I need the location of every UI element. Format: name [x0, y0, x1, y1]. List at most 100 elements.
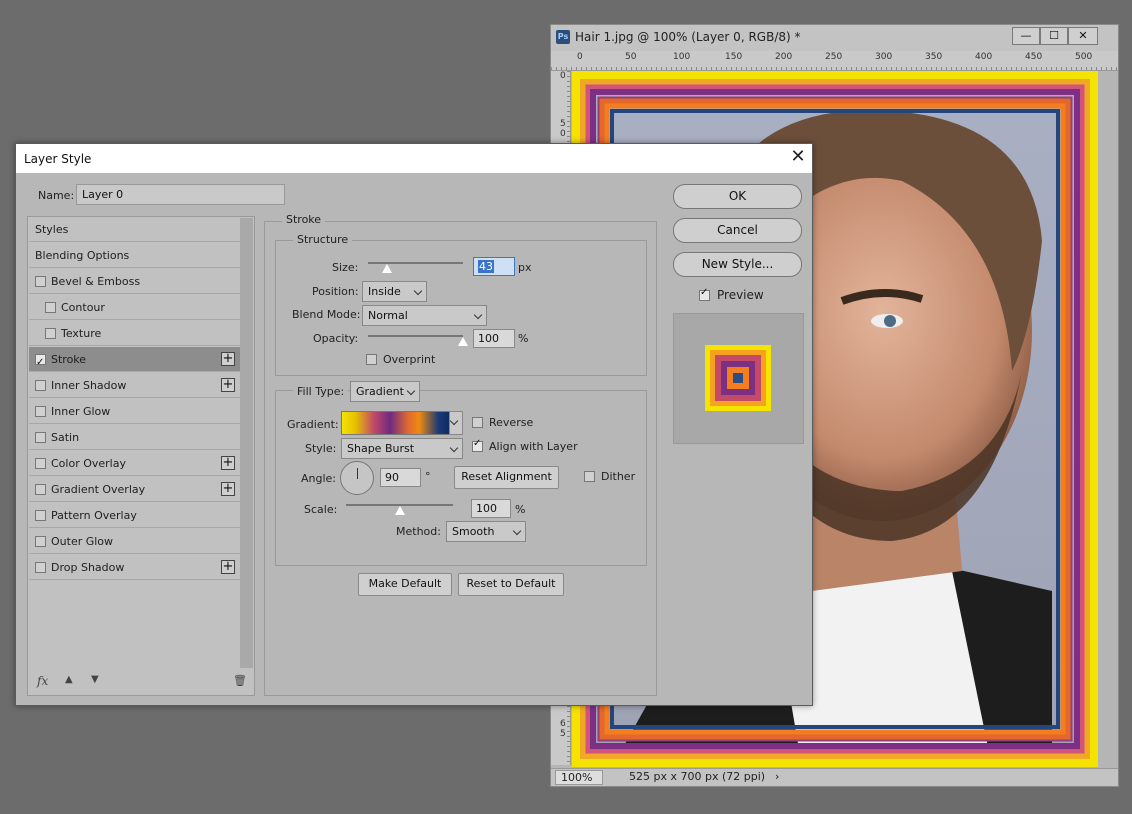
gradient-label: Gradient:	[287, 418, 339, 431]
opacity-unit: %	[518, 332, 529, 345]
scale-label: Scale:	[304, 503, 338, 516]
maximize-icon[interactable]: ☐	[1040, 27, 1068, 45]
style-item-contour[interactable]: Contour	[29, 295, 240, 320]
style-checkbox[interactable]	[35, 536, 46, 547]
dialog-title: Layer Style	[24, 152, 92, 166]
style-checkbox[interactable]	[35, 380, 46, 391]
reset-alignment-button[interactable]: Reset Alignment	[454, 466, 559, 489]
size-input-value: 43	[478, 260, 494, 273]
preview-checkbox[interactable]	[699, 287, 710, 301]
style-item-blending-options[interactable]: Blending Options	[29, 243, 240, 268]
ruler-tick: 500	[1075, 52, 1093, 62]
size-input[interactable]: 43	[473, 257, 515, 276]
reset-to-default-button[interactable]: Reset to Default	[458, 573, 564, 596]
ruler-tick: 150	[725, 52, 743, 62]
gradient-swatch[interactable]	[341, 411, 450, 435]
dialog-titlebar[interactable]: Layer Style ✕	[16, 144, 812, 173]
blend-mode-dropdown[interactable]: Normal	[362, 305, 487, 326]
opacity-slider-thumb[interactable]	[458, 337, 468, 346]
style-item-pattern-overlay[interactable]: Pattern Overlay	[29, 503, 240, 528]
make-default-button[interactable]: Make Default	[358, 573, 452, 596]
add-effect-icon[interactable]: +	[221, 456, 235, 470]
layer-style-dialog: Layer Style ✕ Name: Layer 0 Styles Blendi…	[15, 143, 813, 706]
opacity-slider-track[interactable]	[368, 335, 463, 337]
opacity-input[interactable]: 100	[473, 329, 515, 348]
fx-icon[interactable]: fx	[37, 674, 48, 688]
ruler-tick: 300	[875, 52, 893, 62]
scale-slider-thumb[interactable]	[394, 506, 405, 515]
method-dropdown[interactable]: Smooth	[446, 521, 526, 542]
ruler-horizontal[interactable]: 0 50 100 150 200 250 300 350 400 450 500	[551, 51, 1118, 71]
style-item-color-overlay[interactable]: Color Overlay +	[29, 451, 240, 476]
new-style-button[interactable]: New Style...	[673, 252, 802, 277]
style-checkbox[interactable]	[45, 328, 56, 339]
layer-name-field[interactable]: Layer 0	[76, 184, 285, 205]
style-item-label: Satin	[51, 431, 80, 444]
document-status-bar: 100% 525 px x 700 px (72 ppi) ›	[551, 768, 1118, 786]
ruler-tick: 0	[560, 129, 566, 139]
style-item-stroke[interactable]: Stroke +	[29, 347, 240, 375]
close-icon[interactable]: ✕	[788, 147, 808, 167]
reverse-checkbox[interactable]	[472, 417, 483, 428]
document-titlebar[interactable]: Ps Hair 1.jpg @ 100% (Layer 0, RGB/8) * …	[551, 25, 1118, 51]
style-checkbox[interactable]	[35, 484, 46, 495]
style-checkbox[interactable]	[35, 406, 46, 417]
cancel-button[interactable]: Cancel	[673, 218, 802, 243]
style-item-label: Bevel & Emboss	[51, 275, 141, 288]
styles-scrollbar[interactable]	[240, 218, 253, 668]
style-item-inner-glow[interactable]: Inner Glow	[29, 399, 240, 424]
preview-label: Preview	[717, 288, 764, 302]
dither-checkbox[interactable]	[584, 471, 595, 482]
ruler-tick: 50	[625, 52, 637, 62]
chevron-right-icon[interactable]: ›	[775, 770, 779, 783]
style-checkbox[interactable]	[35, 276, 46, 287]
move-down-icon[interactable]: ▼	[91, 674, 99, 685]
style-item-inner-shadow[interactable]: Inner Shadow +	[29, 373, 240, 398]
style-preview-swatch	[705, 345, 771, 411]
style-checkbox[interactable]	[35, 350, 46, 375]
close-icon[interactable]: ✕	[1068, 27, 1098, 45]
zoom-field[interactable]: 100%	[555, 770, 603, 785]
style-checkbox[interactable]	[35, 510, 46, 521]
angle-input[interactable]: 90	[380, 468, 421, 487]
style-checkbox[interactable]	[35, 432, 46, 443]
gradient-picker-dropdown[interactable]	[449, 411, 463, 435]
add-effect-icon[interactable]: +	[221, 482, 235, 496]
position-dropdown[interactable]: Inside	[362, 281, 427, 302]
style-item-styles[interactable]: Styles	[29, 217, 240, 242]
fill-type-label: Fill Type:	[293, 385, 349, 398]
document-title: Hair 1.jpg @ 100% (Layer 0, RGB/8) *	[575, 30, 801, 44]
style-item-label: Stroke	[51, 353, 87, 366]
align-with-layer-checkbox[interactable]	[472, 438, 483, 452]
scale-unit: %	[515, 503, 526, 516]
move-up-icon[interactable]: ▲	[65, 674, 73, 685]
angle-dial[interactable]	[340, 461, 374, 495]
gradient-style-dropdown[interactable]: Shape Burst	[341, 438, 463, 459]
add-effect-icon[interactable]: +	[221, 378, 235, 392]
style-item-texture[interactable]: Texture	[29, 321, 240, 346]
add-effect-icon[interactable]: +	[221, 560, 235, 574]
add-effect-icon[interactable]: +	[221, 352, 235, 366]
style-checkbox[interactable]	[35, 458, 46, 469]
style-item-drop-shadow[interactable]: Drop Shadow +	[29, 555, 240, 580]
size-slider-thumb[interactable]	[382, 264, 392, 273]
style-item-label: Inner Shadow	[51, 379, 127, 392]
ok-button[interactable]: OK	[673, 184, 802, 209]
style-item-gradient-overlay[interactable]: Gradient Overlay +	[29, 477, 240, 502]
angle-label: Angle:	[301, 472, 337, 485]
style-item-satin[interactable]: Satin	[29, 425, 240, 450]
style-checkbox[interactable]	[35, 562, 46, 573]
method-label: Method:	[396, 525, 441, 538]
style-checkbox[interactable]	[45, 302, 56, 313]
scale-input[interactable]: 100	[471, 499, 511, 518]
opacity-label: Opacity:	[313, 332, 359, 345]
style-item-bevel-emboss[interactable]: Bevel & Emboss	[29, 269, 240, 294]
ruler-tick: 5	[560, 119, 566, 129]
trash-icon[interactable]: 🗑	[233, 674, 247, 687]
document-info: 525 px x 700 px (72 ppi)	[629, 770, 766, 783]
overprint-checkbox[interactable]	[366, 354, 377, 365]
fill-type-dropdown[interactable]: Gradient	[350, 381, 420, 402]
reverse-label: Reverse	[489, 416, 534, 429]
style-item-outer-glow[interactable]: Outer Glow	[29, 529, 240, 554]
minimize-icon[interactable]: —	[1012, 27, 1040, 45]
